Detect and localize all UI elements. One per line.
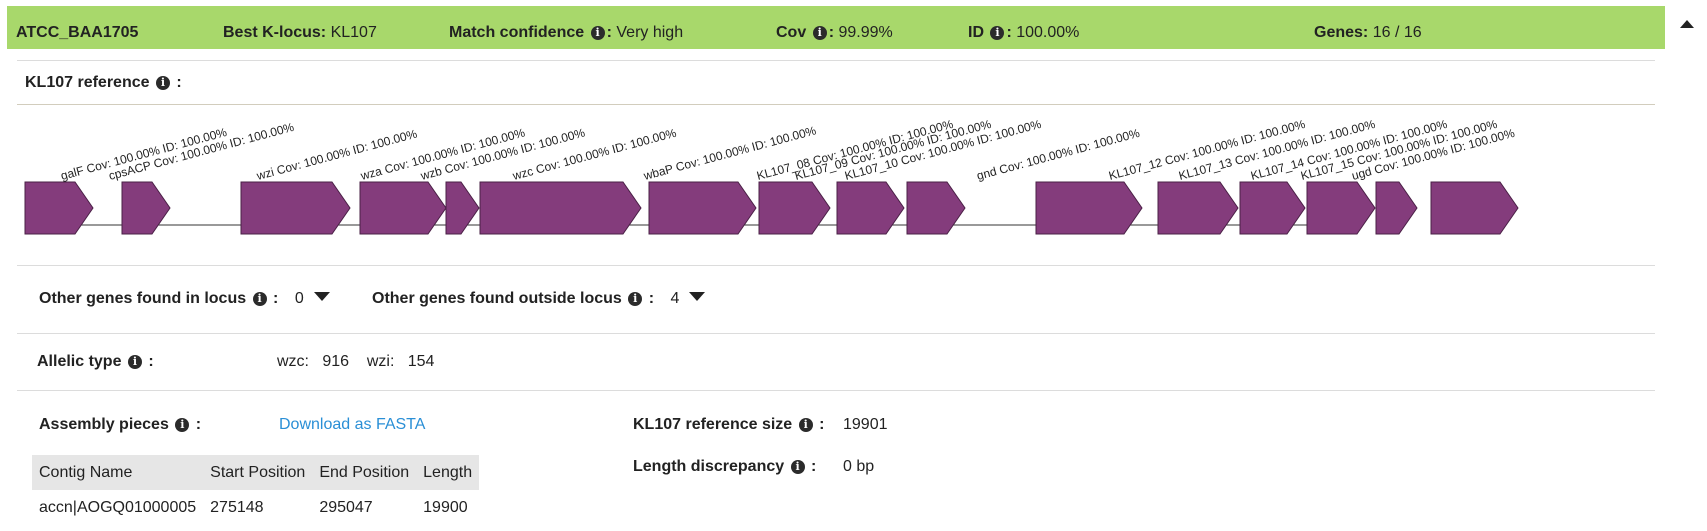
- info-icon[interactable]: i: [155, 76, 170, 90]
- column-header[interactable]: Contig Name: [32, 455, 204, 490]
- column-header[interactable]: Length: [416, 455, 480, 490]
- gene-arrow-wzb[interactable]: [445, 181, 480, 235]
- table-header-row: Contig Name Start Position End Position …: [32, 455, 480, 490]
- length-discrepancy-row: Length discrepancy i :: [633, 458, 817, 475]
- allelic-type-label: Allelic type: [37, 353, 122, 370]
- in-locus-value: 0: [294, 290, 304, 307]
- cov-label: Cov: [776, 24, 807, 41]
- info-icon[interactable]: i: [127, 355, 142, 369]
- other-genes-in-locus: Other genes found in locus i : 0: [39, 290, 330, 308]
- identity: ID i: 100.00%: [968, 24, 1080, 41]
- gene-arrow-wza[interactable]: [359, 181, 447, 235]
- gene-arrow-kl107-09[interactable]: [836, 181, 905, 235]
- match-confidence: Match confidence i: Very high: [449, 24, 684, 41]
- in-locus-label: Other genes found in locus: [39, 290, 247, 307]
- collapse-caret-icon[interactable]: [1680, 20, 1694, 28]
- gene-arrow-kl107-10[interactable]: [906, 181, 966, 235]
- dropdown-caret-icon[interactable]: [313, 292, 330, 301]
- column-header[interactable]: End Position: [312, 455, 417, 490]
- match-confidence-label: Match confidence: [449, 24, 585, 41]
- wzc-allele-label: wzc:: [277, 353, 309, 370]
- gene-arrow-wzc[interactable]: [479, 181, 642, 235]
- table-row: accn|AOGQ01000005 275148 295047 19900: [32, 490, 479, 517]
- length-discrepancy-value: 0 bp: [843, 458, 875, 475]
- gene-arrow-cpsacp[interactable]: [121, 181, 171, 235]
- assembly-name: ATCC_BAA1705: [16, 24, 139, 41]
- gene-arrow-wbap[interactable]: [648, 181, 757, 235]
- info-icon[interactable]: i: [812, 26, 827, 40]
- divider: [17, 333, 1655, 334]
- info-icon[interactable]: i: [590, 26, 605, 40]
- id-label: ID: [968, 24, 984, 41]
- cov-value: 99.99%: [838, 24, 893, 41]
- genes-label: Genes:: [1314, 24, 1369, 41]
- contig-table: Contig Name Start Position End Position …: [32, 455, 480, 517]
- gene-arrow-kl107-13[interactable]: [1239, 181, 1306, 235]
- reference-title-row: KL107 reference i :: [25, 74, 182, 91]
- reference-size-value: 19901: [843, 416, 888, 433]
- gene-arrow-kl107-08[interactable]: [758, 181, 831, 235]
- info-icon[interactable]: i: [790, 460, 805, 474]
- assembly-pieces-label: Assembly pieces: [39, 416, 169, 433]
- genes-value: 16 / 16: [1372, 24, 1422, 41]
- divider: [17, 265, 1655, 266]
- info-icon[interactable]: i: [990, 26, 1005, 40]
- other-genes-outside-locus: Other genes found outside locus i : 4: [372, 290, 706, 308]
- gene-arrow-kl107-14[interactable]: [1306, 181, 1376, 235]
- best-k-locus: Best K-locus: KL107: [223, 24, 377, 42]
- allelic-type-values: wzc: 916 wzi: 154: [277, 353, 434, 371]
- info-icon[interactable]: i: [175, 418, 190, 432]
- length-cell: 19900: [423, 499, 468, 516]
- coverage: Cov i: 99.99%: [776, 24, 893, 41]
- contig-name-cell: accn|AOGQ01000005: [39, 499, 197, 516]
- download-fasta-link[interactable]: Download as FASTA: [279, 416, 425, 434]
- info-icon[interactable]: i: [252, 292, 267, 306]
- divider: [17, 60, 1655, 61]
- genes-count: Genes: 16 / 16: [1314, 24, 1422, 42]
- wzc-allele-value: 916: [322, 353, 350, 370]
- wzi-allele-label: wzi:: [366, 353, 395, 370]
- divider: [17, 390, 1655, 391]
- info-icon[interactable]: i: [628, 292, 643, 306]
- info-icon[interactable]: i: [798, 418, 813, 432]
- best-k-locus-label: Best K-locus:: [223, 24, 327, 41]
- assembly-pieces-row: Assembly pieces i :: [39, 416, 202, 433]
- gene-arrow-kl107-15[interactable]: [1375, 181, 1418, 235]
- reference-title: KL107 reference: [25, 74, 150, 91]
- id-value: 100.00%: [1016, 24, 1080, 41]
- match-confidence-value: Very high: [616, 24, 684, 41]
- outside-locus-value: 4: [670, 290, 680, 307]
- gene-arrow-galf[interactable]: [24, 181, 94, 235]
- dropdown-caret-icon[interactable]: [689, 292, 706, 301]
- reference-size-row: KL107 reference size i :: [633, 416, 825, 433]
- allelic-type-row: Allelic type i :: [37, 353, 154, 370]
- end-position-cell: 295047: [319, 499, 373, 516]
- start-position-cell: 275148: [210, 499, 264, 516]
- gene-arrow-kl107-12[interactable]: [1157, 181, 1239, 235]
- length-discrepancy-label: Length discrepancy: [633, 458, 785, 475]
- gene-arrow-gnd[interactable]: [1035, 181, 1143, 235]
- gene-arrow-wzi[interactable]: [240, 181, 351, 235]
- reference-size-label: KL107 reference size: [633, 416, 793, 433]
- best-k-locus-value: KL107: [330, 24, 377, 41]
- gene-arrow-ugd[interactable]: [1430, 181, 1519, 235]
- column-header[interactable]: Start Position: [203, 455, 313, 490]
- wzi-allele-value: 154: [407, 353, 435, 370]
- outside-locus-label: Other genes found outside locus: [372, 290, 622, 307]
- locus-header-bar[interactable]: ATCC_BAA1705 Best K-locus: KL107 Match c…: [7, 6, 1665, 49]
- gene-map: galF Cov: 100.00% ID: 100.00%cpsACP Cov:…: [24, 117, 1519, 235]
